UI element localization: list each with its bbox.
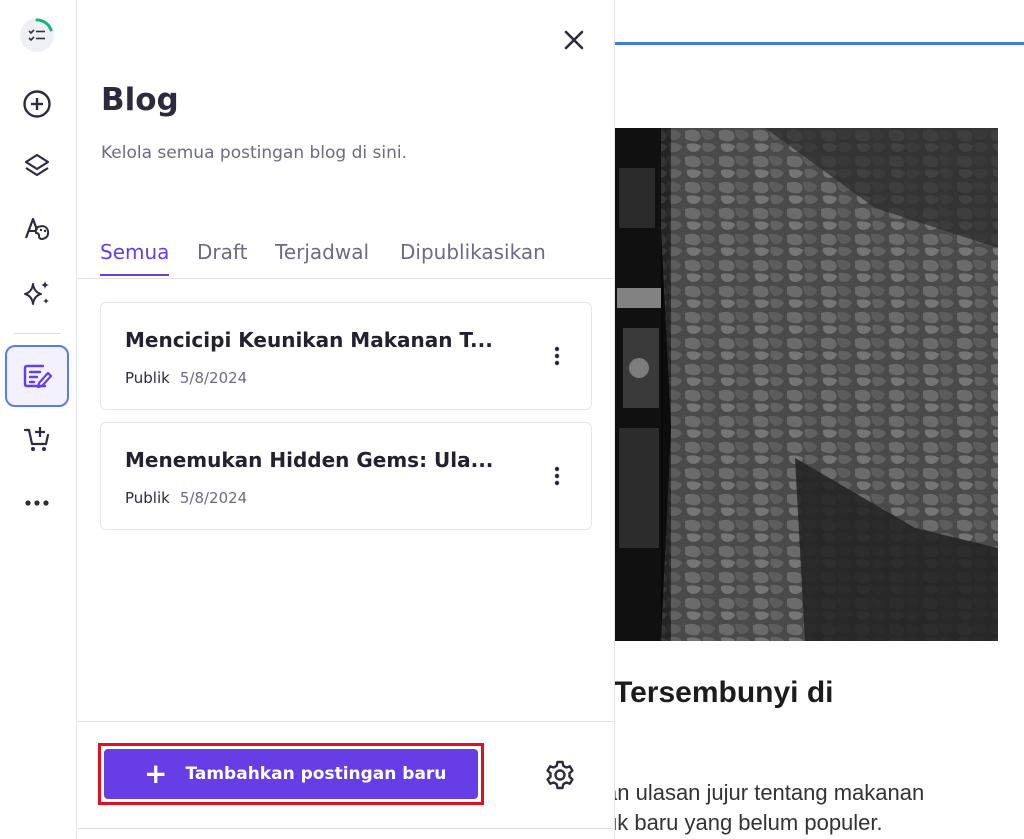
preview-progress-bar (615, 42, 1024, 45)
blog-tabs: Semua Draft Terjadwal Dipublikasikan (78, 238, 615, 279)
store-button[interactable] (5, 408, 69, 470)
post-title: Mencicipi Keunikan Makanan T... (125, 328, 493, 352)
more-icon (25, 500, 49, 506)
add-icon (23, 90, 51, 118)
preview-heading: Tersembunyi di (615, 676, 834, 709)
add-new-post-button[interactable]: + Tambahkan postingan baru (104, 749, 478, 799)
tab-terjadwal[interactable]: Terjadwal (275, 240, 369, 274)
kebab-menu-icon (554, 346, 560, 366)
blog-post-photo (615, 128, 998, 641)
tab-draft[interactable]: Draft (197, 240, 247, 274)
checklist-logo-icon[interactable] (20, 18, 54, 52)
post-options-button[interactable] (545, 341, 569, 371)
preview-text-line2: uk baru yang belum populer. (615, 810, 883, 835)
post-title: Menemukan Hidden Gems: Ula... (125, 448, 494, 472)
add-element-button[interactable] (5, 73, 69, 135)
preview-text-line1: an ulasan jujur tentang makanan (615, 780, 925, 805)
rail-divider (14, 333, 60, 334)
post-options-button[interactable] (545, 461, 569, 491)
more-button[interactable] (5, 472, 69, 534)
close-panel-button[interactable] (558, 24, 590, 56)
gear-icon (546, 760, 574, 790)
site-preview: Tersembunyi di an ulasan jujur tentang m… (615, 0, 1024, 839)
add-post-highlight: + Tambahkan postingan baru (98, 743, 484, 805)
layers-button[interactable] (5, 135, 69, 197)
post-card[interactable]: Mencicipi Keunikan Makanan T... Publik 5/… (100, 302, 592, 410)
ai-tools-button[interactable] (5, 262, 69, 324)
blog-edit-icon (23, 364, 53, 389)
post-date: 5/8/2024 (179, 369, 248, 387)
blog-button[interactable] (5, 345, 69, 407)
kebab-menu-icon (554, 466, 560, 486)
panel-bottom-divider (78, 828, 615, 829)
post-status: Publik (125, 369, 170, 387)
post-status: Publik (125, 489, 170, 507)
panel-footer-divider (78, 721, 615, 722)
tab-dipublikasikan[interactable]: Dipublikasikan (400, 240, 546, 274)
post-date: 5/8/2024 (179, 489, 248, 507)
add-post-label: Tambahkan postingan baru (185, 764, 447, 784)
blog-panel: Blog Kelola semua postingan blog di sini… (78, 0, 615, 839)
ai-sparkle-icon (24, 281, 49, 305)
tab-semua[interactable]: Semua (100, 240, 170, 276)
design-button[interactable] (5, 198, 69, 260)
icon-rail (0, 0, 77, 839)
layers-icon (24, 153, 50, 177)
cart-add-icon (23, 427, 50, 451)
close-icon (564, 30, 584, 50)
panel-title: Blog (101, 82, 179, 118)
post-card[interactable]: Menemukan Hidden Gems: Ula... Publik 5/8/… (100, 422, 592, 530)
post-meta: Publik 5/8/2024 (125, 369, 247, 387)
post-meta: Publik 5/8/2024 (125, 489, 247, 507)
app-root: Tersembunyi di an ulasan jujur tentang m… (0, 0, 1024, 839)
plus-icon: + (144, 757, 168, 790)
design-icon (24, 217, 50, 241)
panel-subtitle: Kelola semua postingan blog di sini. (101, 143, 408, 163)
blog-settings-button[interactable] (544, 757, 576, 793)
